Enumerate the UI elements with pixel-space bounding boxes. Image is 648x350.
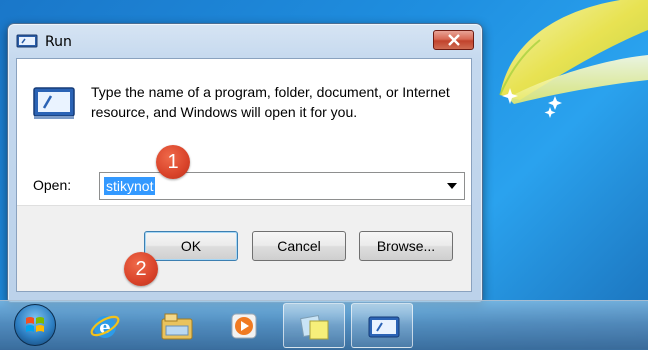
button-area: OK Cancel Browse... [17,205,471,291]
close-icon [448,34,460,46]
desktop-wallpaper-flower [499,0,648,118]
cancel-button[interactable]: Cancel [252,231,346,261]
open-combobox[interactable]: stikynot [99,172,465,200]
media-player-icon [231,313,257,339]
run-icon [16,34,38,48]
taskbar-sticky-notes[interactable] [283,303,345,348]
close-button[interactable] [433,30,474,50]
run-program-icon [33,87,75,119]
step-marker-2: 2 [124,252,158,286]
browse-button[interactable]: Browse... [359,231,453,261]
taskbar-internet-explorer[interactable]: e [74,303,136,348]
step-marker-1: 1 [156,145,190,179]
windows-start-icon [26,317,44,332]
dialog-description: Type the name of a program, folder, docu… [91,84,450,120]
taskbar-windows-explorer[interactable] [145,303,207,348]
taskbar: e [0,300,648,350]
open-input-value[interactable]: stikynot [104,177,156,195]
window-title: Run [45,34,72,50]
dropdown-arrow-icon[interactable] [447,183,457,189]
open-label: Open: [33,177,72,193]
dialog-content: Type the name of a program, folder, docu… [16,58,472,292]
start-button[interactable] [14,304,56,346]
internet-explorer-icon: e [90,315,120,338]
taskbar-media-player[interactable] [213,303,275,348]
taskbar-run[interactable] [351,303,413,348]
run-icon [368,316,400,338]
windows-explorer-icon [161,313,193,340]
run-dialog: Run Type the name of a program, folder, … [7,23,483,303]
ok-button[interactable]: OK [144,231,238,261]
sticky-notes-icon [299,314,329,340]
title-bar[interactable]: Run [8,24,482,58]
